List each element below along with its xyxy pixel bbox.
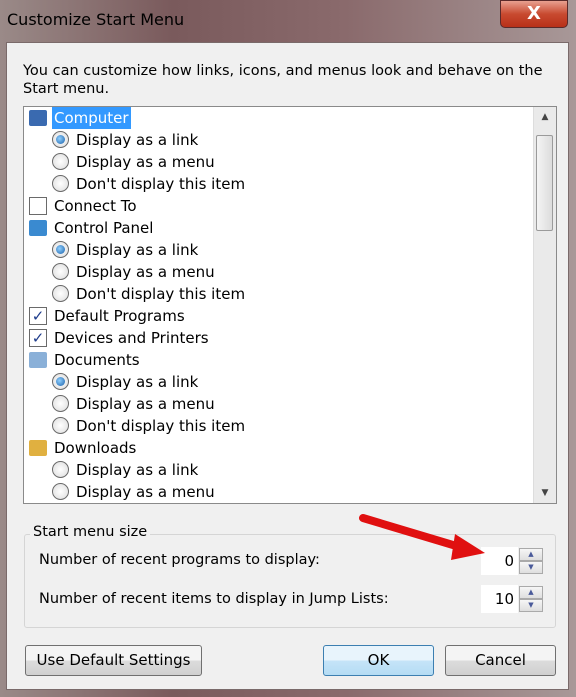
list-item-label: Display as a link — [76, 373, 199, 391]
list-item[interactable]: ✓ Default Programs — [24, 305, 534, 327]
spin-down-icon[interactable]: ▼ — [519, 599, 543, 612]
computer-icon — [29, 110, 47, 126]
list-item[interactable]: Display as a link — [24, 129, 534, 151]
list-item[interactable]: Documents — [24, 349, 534, 371]
list-item-label: Display as a link — [76, 131, 199, 149]
ok-button[interactable]: OK — [323, 645, 434, 676]
list-item-label: Display as a link — [76, 241, 199, 259]
documents-icon — [29, 352, 47, 368]
close-button[interactable]: X — [500, 0, 568, 28]
list-item-label: Display as a menu — [76, 483, 215, 501]
list-item[interactable]: Don't display this item — [24, 283, 534, 305]
list-item[interactable]: Don't display this item — [24, 415, 534, 437]
checkbox[interactable]: ✓ — [29, 307, 47, 325]
checkbox[interactable] — [29, 197, 47, 215]
list-item-label: Connect To — [54, 197, 137, 215]
dialog-window: Customize Start Menu X You can customize… — [0, 0, 576, 697]
jump-list-label: Number of recent items to display in Jum… — [39, 591, 389, 607]
list-item-label: Control Panel — [54, 219, 154, 237]
list-item[interactable]: Computer — [24, 107, 534, 129]
radio-button[interactable] — [52, 175, 69, 192]
radio-button[interactable] — [52, 241, 69, 258]
list-item[interactable]: Don't display this item — [24, 173, 534, 195]
radio-button[interactable] — [52, 395, 69, 412]
start-menu-items-list[interactable]: Computer Display as a link Display as a me… — [23, 106, 557, 504]
downloads-icon — [29, 440, 47, 456]
scroll-down-arrow-icon[interactable]: ▼ — [534, 483, 556, 503]
list-item[interactable]: Display as a menu — [24, 393, 534, 415]
list-item[interactable]: Downloads — [24, 437, 534, 459]
list-item[interactable]: Display as a link — [24, 371, 534, 393]
list-item[interactable]: Connect To — [24, 195, 534, 217]
recent-programs-label: Number of recent programs to display: — [39, 552, 320, 568]
radio-button[interactable] — [52, 153, 69, 170]
red-arrow-annotation-icon — [359, 514, 485, 560]
spin-up-icon[interactable]: ▲ — [519, 548, 543, 561]
list-item-label: Don't display this item — [76, 285, 246, 303]
description-text: You can customize how links, icons, and … — [23, 63, 543, 97]
cancel-button[interactable]: Cancel — [445, 645, 556, 676]
list-item[interactable]: Display as a link — [24, 459, 534, 481]
list-item[interactable]: Display as a link — [24, 239, 534, 261]
radio-button[interactable] — [52, 483, 69, 500]
list-item-label: Don't display this item — [76, 175, 246, 193]
spin-down-icon[interactable]: ▼ — [519, 561, 543, 574]
list-item[interactable]: Display as a menu — [24, 481, 534, 503]
radio-button[interactable] — [52, 461, 69, 478]
list-item-label: Display as a menu — [76, 395, 215, 413]
scrollbar[interactable]: ▲ ▼ — [533, 107, 556, 503]
list-item-label: Documents — [54, 351, 140, 369]
scroll-up-arrow-icon[interactable]: ▲ — [534, 107, 556, 127]
list-item-label: Display as a menu — [76, 153, 215, 171]
list-item-label: Display as a menu — [76, 263, 215, 281]
spin-up-icon[interactable]: ▲ — [519, 586, 543, 599]
list-item-label: Downloads — [54, 439, 137, 457]
use-default-settings-button[interactable]: Use Default Settings — [25, 645, 202, 676]
window-title: Customize Start Menu — [7, 10, 185, 29]
radio-button[interactable] — [52, 417, 69, 434]
checkbox[interactable]: ✓ — [29, 329, 47, 347]
list-item-label: Default Programs — [54, 307, 185, 325]
list-item-label: Don't display this item — [76, 417, 246, 435]
control-panel-icon — [29, 220, 47, 236]
radio-button[interactable] — [52, 285, 69, 302]
list-item[interactable]: ✓ Devices and Printers — [24, 327, 534, 349]
list-item-label: Display as a link — [76, 461, 199, 479]
list-item[interactable]: Display as a menu — [24, 151, 534, 173]
radio-button[interactable] — [52, 263, 69, 280]
list-item-label: Computer — [52, 107, 131, 129]
group-title: Start menu size — [30, 524, 151, 540]
list-item-label: Devices and Printers — [54, 329, 209, 347]
radio-button[interactable] — [52, 131, 69, 148]
radio-button[interactable] — [52, 373, 69, 390]
list-item[interactable]: Control Panel — [24, 217, 534, 239]
scrollbar-thumb[interactable] — [536, 135, 553, 231]
list-item[interactable]: Display as a menu — [24, 261, 534, 283]
jump-list-input[interactable]: 10 — [481, 585, 518, 613]
jump-list-stepper[interactable]: 10 ▲ ▼ — [481, 585, 543, 613]
